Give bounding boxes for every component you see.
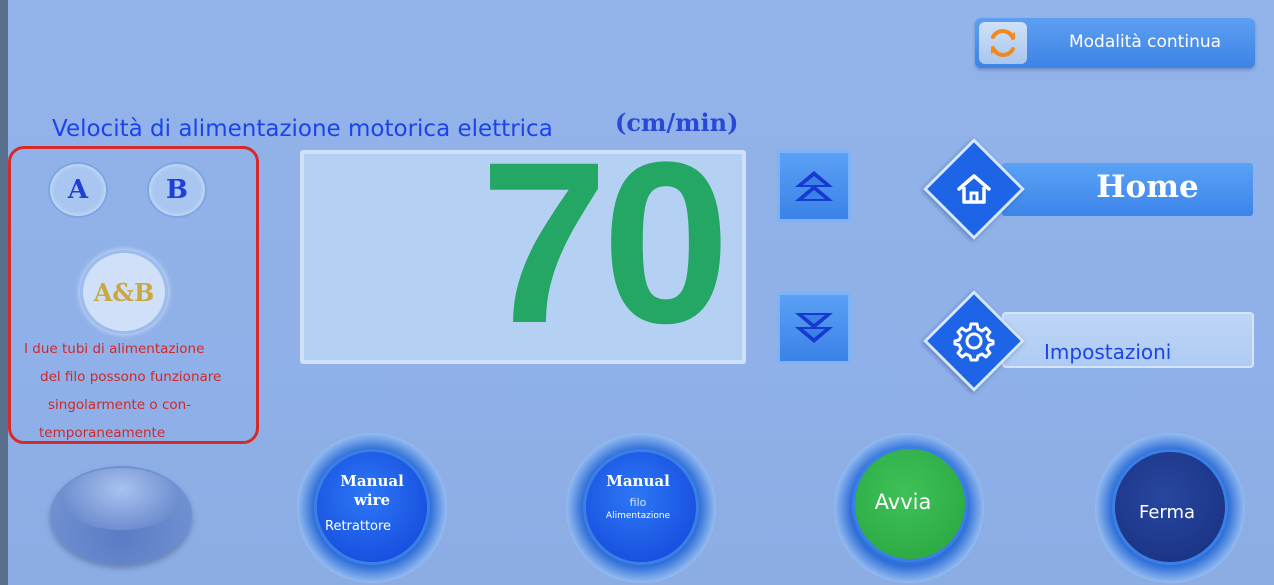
feed-subtitle-1: filo: [629, 496, 647, 509]
retract-title-2: wire: [353, 491, 391, 509]
home-button[interactable]: Home: [1002, 163, 1253, 216]
continuous-mode-label: Modalità continua: [1068, 32, 1222, 52]
continuous-mode-button[interactable]: Modalità continua: [975, 18, 1255, 68]
refresh-icon: [979, 22, 1027, 64]
home-label: Home: [1096, 169, 1199, 205]
gear-icon: [942, 309, 1006, 373]
selector-note-line-3: singolarmente o con-: [48, 397, 192, 413]
retract-title-1: Manual: [340, 472, 404, 490]
chevron-up-icon: [795, 171, 833, 201]
start-button[interactable]: Avvia: [855, 449, 965, 559]
selector-note-line-1: I due tubi di alimentazione: [24, 341, 205, 357]
start-label: Avvia: [874, 490, 932, 514]
button-cap: [62, 468, 180, 530]
feed-subtitle-2: Alimentazione: [605, 511, 671, 521]
speed-title: Velocità di alimentazione motorica elett…: [52, 116, 553, 142]
feed-title: Manual: [606, 472, 670, 490]
settings-label: Impostazioni: [1044, 340, 1172, 364]
speed-up-button[interactable]: [777, 150, 851, 222]
settings-button[interactable]: Impostazioni: [1002, 312, 1254, 368]
speed-display: 70: [300, 128, 746, 364]
retract-subtitle: Retrattore: [325, 519, 392, 534]
manual-wire-feed-button[interactable]: Manual filo Alimentazione: [586, 452, 696, 562]
feeder-ab-button[interactable]: A&B: [80, 250, 168, 334]
stop-label: Ferma: [1138, 502, 1196, 523]
speed-value: 70: [480, 114, 730, 371]
chevron-down-icon: [795, 313, 833, 343]
left-edge: [0, 0, 8, 585]
manual-wire-retract-button[interactable]: Manual wire Retrattore: [317, 452, 427, 562]
selector-note-line-2: del filo possono funzionare: [40, 369, 222, 385]
feeder-b-button[interactable]: B: [147, 162, 207, 218]
emergency-base-button[interactable]: [50, 466, 192, 564]
stop-button[interactable]: Ferma: [1115, 452, 1225, 562]
feeder-a-button[interactable]: A: [48, 162, 108, 218]
home-icon: [942, 157, 1006, 221]
selector-note-line-4: temporaneamente: [39, 425, 166, 441]
speed-down-button[interactable]: [777, 292, 851, 364]
